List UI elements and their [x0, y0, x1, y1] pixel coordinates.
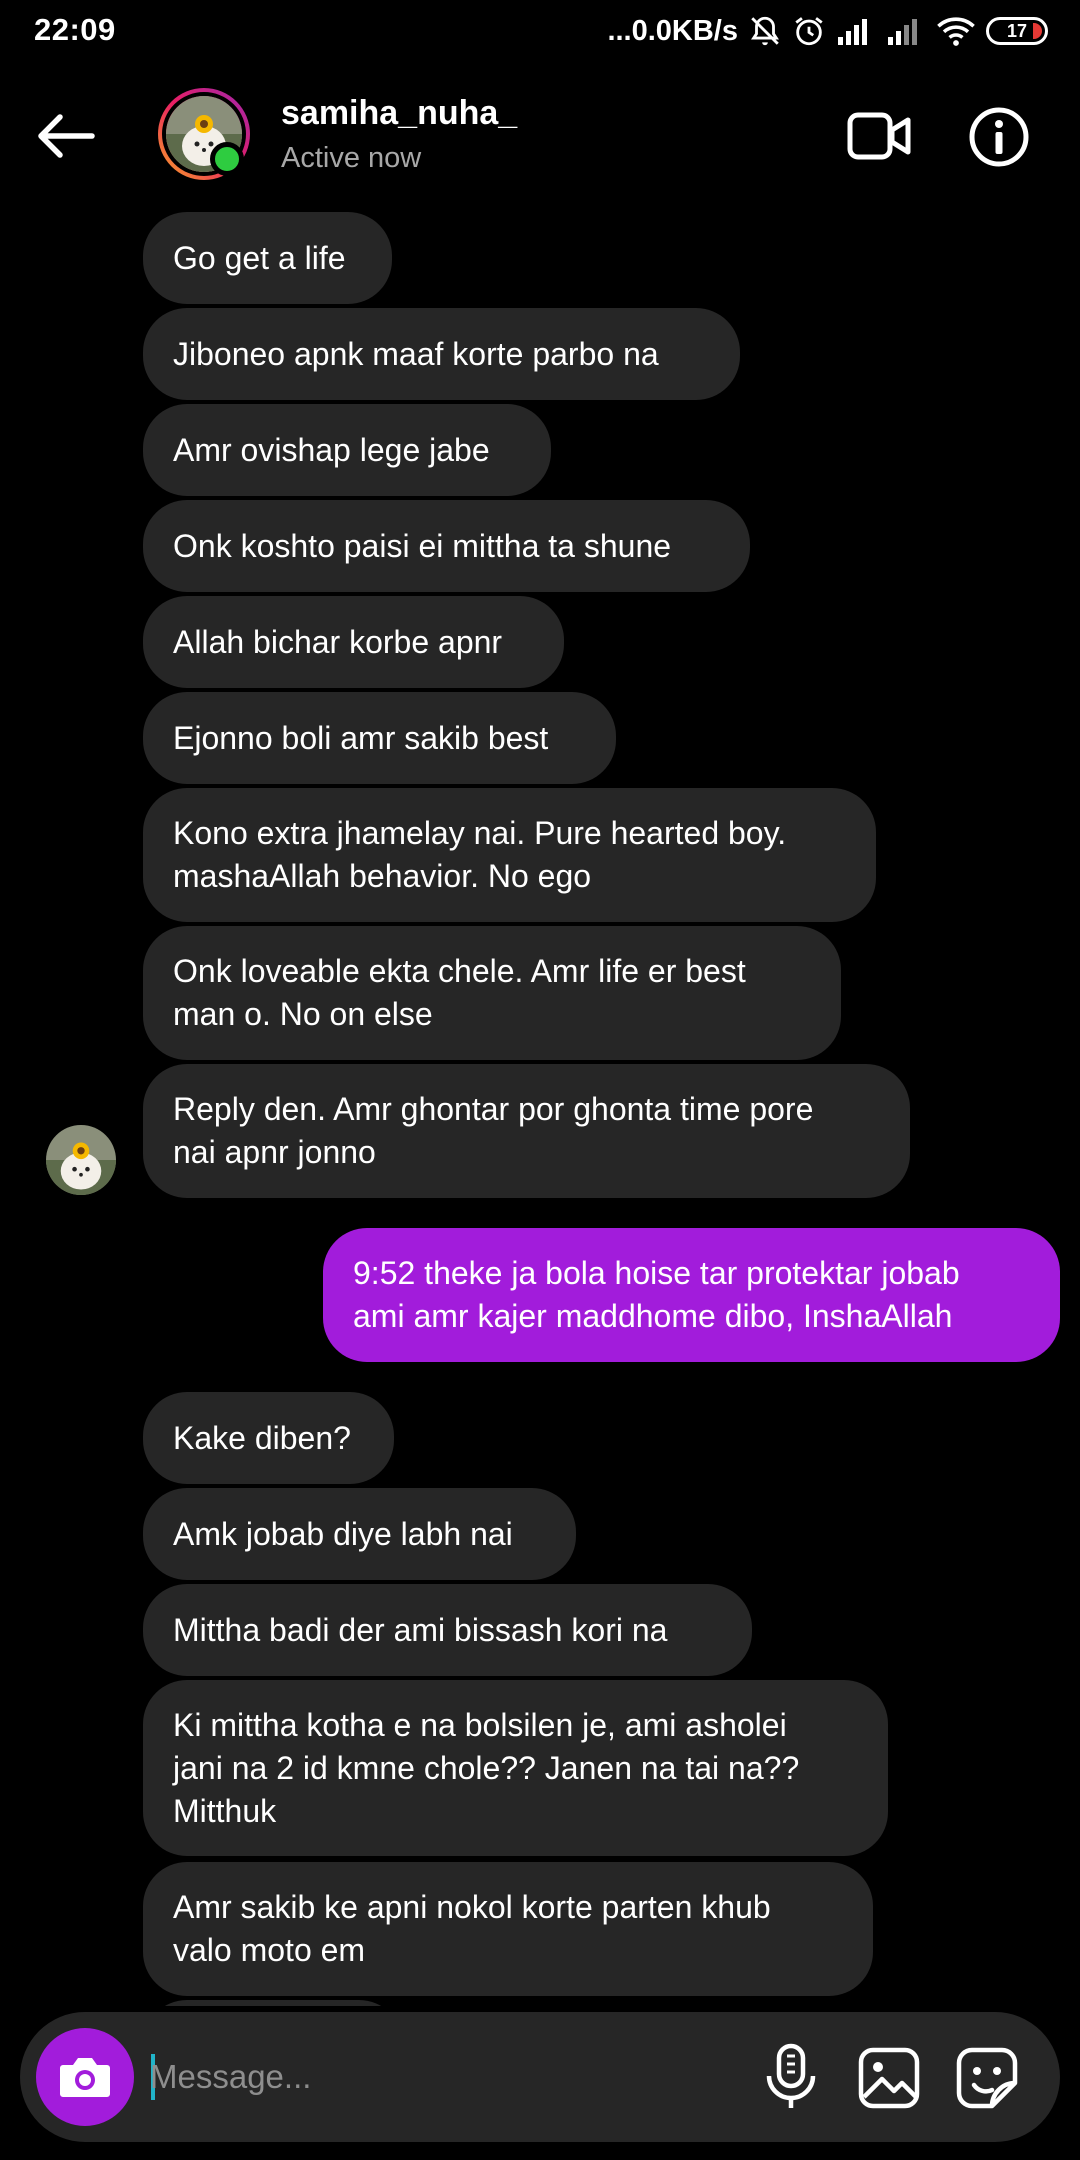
message-bubble-incoming[interactable]: Kake diben?	[143, 1392, 394, 1484]
network-speed: ...0.0KB/s	[607, 14, 738, 47]
contact-name[interactable]: samiha_nuha_	[281, 94, 517, 133]
message-text: jani na 2 id kmne chole?? Janen na tai n…	[173, 1749, 800, 1786]
message-text: Ki mittha kotha e na bolsilen je, ami as…	[173, 1706, 787, 1743]
back-arrow-icon	[38, 114, 95, 158]
signal-icon-2	[886, 15, 926, 47]
message-bubble-incoming[interactable]: Onk loveable ekta chele. Amr life er bes…	[143, 926, 841, 1060]
battery-level: 17	[1006, 20, 1028, 41]
message-text: Mitthuk	[173, 1792, 277, 1829]
message-bubble-incoming[interactable]: Ejonno boli amr sakib best	[143, 692, 616, 784]
mute-icon	[748, 14, 782, 48]
message-bubble-incoming[interactable]: Ki mittha kotha e na bolsilen je, ami as…	[143, 1680, 888, 1856]
message-bubble-incoming[interactable]: Onk koshto paisi ei mittha ta shune	[143, 500, 750, 592]
video-call-button[interactable]	[846, 106, 912, 166]
message-text: Amr ovishap lege jabe	[173, 431, 490, 468]
back-button[interactable]	[36, 106, 106, 166]
info-icon	[969, 107, 1029, 167]
camera-button[interactable]	[36, 2028, 134, 2126]
wifi-icon	[936, 15, 976, 47]
message-bubble-incoming[interactable]: Amr sakib ke apni nokol korte parten khu…	[143, 1862, 873, 1996]
message-bubble-incoming[interactable]: Jiboneo apnk maaf korte parbo na	[143, 308, 740, 400]
message-text: Mittha badi der ami bissash kori na	[173, 1611, 668, 1648]
message-bubble-outgoing[interactable]: 9:52 theke ja bola hoise tar protektar j…	[323, 1228, 1060, 1362]
chat-header: samiha_nuha_ Active now	[0, 62, 1080, 212]
message-text: Jiboneo apnk maaf korte parbo na	[173, 335, 659, 372]
status-time: 22:09	[34, 12, 116, 47]
sender-avatar[interactable]	[46, 1125, 116, 1195]
message-text: valo moto em	[173, 1932, 366, 1968]
contact-status: Active now	[281, 142, 422, 174]
camera-icon	[60, 2058, 110, 2097]
message-bubble-incoming[interactable]: Reply den. Amr ghontar por ghonta time p…	[143, 1064, 910, 1198]
microphone-button[interactable]	[758, 2042, 824, 2112]
message-bubble-incoming[interactable]: Amr ovishap lege jabe	[143, 404, 551, 496]
message-text: ami amr kajer maddhome dibo, InshaAllah	[353, 1298, 953, 1334]
gallery-button[interactable]	[856, 2045, 922, 2111]
online-indicator	[210, 142, 244, 176]
sticker-icon	[956, 2047, 1018, 2109]
message-bubble-incoming[interactable]: Amk jobab diye labh nai	[143, 1488, 576, 1580]
message-text: Kake diben?	[173, 1419, 351, 1456]
message-bubble-incoming[interactable]: Allah bichar korbe apnr	[143, 596, 564, 688]
message-bubble-incoming[interactable]: Go get a life	[143, 212, 392, 304]
status-icons: ...0.0KB/s 17	[607, 10, 1048, 52]
message-text: Onk koshto paisi ei mittha ta shune	[173, 527, 672, 564]
message-bubble-incoming[interactable]: Mittha badi der ami bissash kori na	[143, 1584, 752, 1676]
message-text: 9:52 theke ja bola hoise tar protektar j…	[353, 1255, 960, 1291]
message-text: Onk loveable ekta chele. Amr life er bes…	[173, 953, 746, 989]
message-text: Go get a life	[173, 239, 346, 276]
message-text: nai apnr jonno	[173, 1134, 376, 1170]
sticker-button[interactable]	[954, 2045, 1020, 2111]
message-composer	[20, 2012, 1060, 2142]
message-text: Ejonno boli amr sakib best	[173, 719, 549, 756]
message-text: Allah bichar korbe apnr	[173, 623, 503, 660]
status-bar: 22:09 ...0.0KB/s 17	[0, 0, 1080, 62]
image-icon	[858, 2047, 920, 2109]
signal-icon	[836, 15, 876, 47]
message-input[interactable]	[150, 2042, 750, 2112]
message-text: mashaAllah behavior. No ego	[173, 858, 592, 894]
message-text: Kono extra jhamelay nai. Pure hearted bo…	[173, 815, 787, 851]
message-text: Amr sakib ke apni nokol korte parten khu…	[173, 1889, 771, 1925]
battery-icon: 17	[986, 17, 1048, 45]
alarm-icon	[792, 14, 826, 48]
message-bubble-incoming[interactable]: Kono extra jhamelay nai. Pure hearted bo…	[143, 788, 876, 922]
message-text: man o. No on else	[173, 996, 433, 1032]
message-text: Amk jobab diye labh nai	[173, 1515, 513, 1552]
info-button[interactable]	[968, 106, 1030, 168]
message-bubble-incoming-partial[interactable]	[143, 2000, 403, 2006]
message-text: Reply den. Amr ghontar por ghonta time p…	[173, 1091, 814, 1127]
microphone-icon	[766, 2043, 816, 2108]
message-thread[interactable]: Go get a life Jiboneo apnk maaf korte pa…	[0, 212, 1080, 2006]
video-camera-icon	[847, 112, 911, 160]
